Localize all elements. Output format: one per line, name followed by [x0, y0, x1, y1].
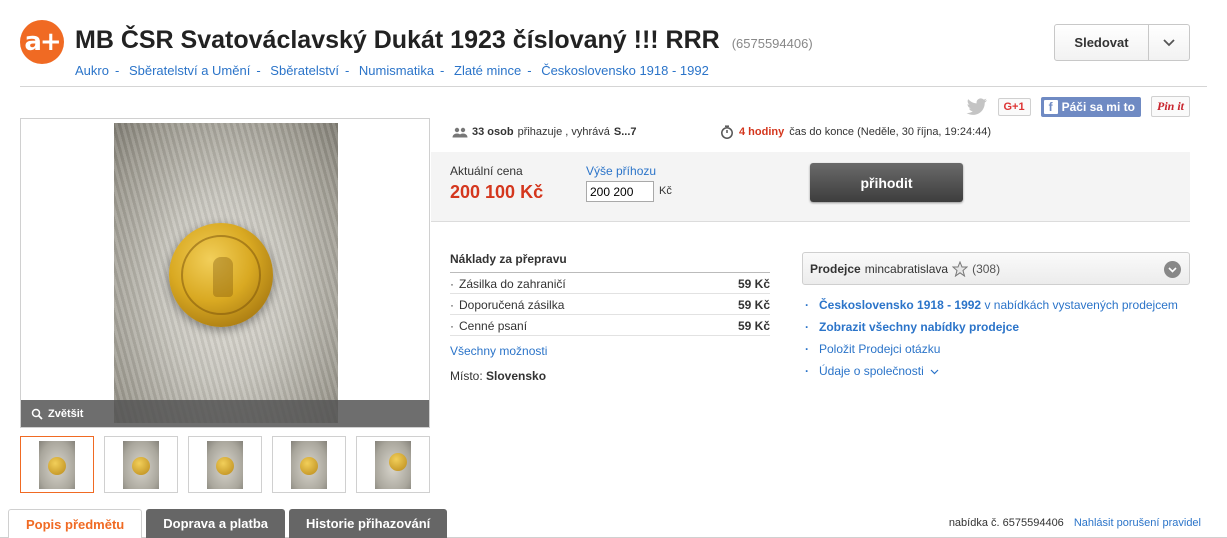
- breadcrumb-ceskoslovensko[interactable]: Československo 1918 - 1992: [541, 63, 709, 78]
- aukro-logo[interactable]: a+: [20, 20, 64, 64]
- google-plus-button[interactable]: G+1: [997, 97, 1031, 116]
- breadcrumb-sberatelstvi-umeni[interactable]: Sběratelství a Umění: [129, 63, 250, 78]
- offer-info: nabídka č. 6575594406 Nahlásit porušení …: [949, 517, 1201, 529]
- bidders-info: 33 osob přihazuje , vyhrává S...7: [452, 126, 637, 138]
- seller-link-category-rest[interactable]: v nabídkách vystavených prodejcem: [981, 298, 1177, 312]
- shipping-row: Doporučená zásilka 59 Kč: [450, 295, 770, 315]
- increment-label[interactable]: Výše příhozu: [586, 164, 656, 178]
- thumbnail-2[interactable]: [104, 436, 178, 493]
- coin-photo[interactable]: [114, 123, 338, 423]
- zoom-label: Zvětšit: [48, 407, 84, 420]
- offer-number: nabídka č. 6575594406: [948, 517, 1064, 529]
- location-label: Místo:: [450, 369, 483, 383]
- pinterest-button[interactable]: Pin it: [1150, 96, 1190, 117]
- seller-link-ask-question[interactable]: Položit Prodejci otázku: [805, 340, 1185, 358]
- chevron-down-icon[interactable]: [1149, 25, 1189, 60]
- seller-link-all-offers[interactable]: Zobrazit všechny nabídky prodejce: [805, 318, 1185, 336]
- shipping-costs: Náklady za přepravu Zásilka do zahraničí…: [450, 252, 770, 383]
- coin: [169, 223, 273, 327]
- all-shipping-options-link[interactable]: Všechny možnosti: [450, 344, 770, 358]
- thumbnail-3[interactable]: [188, 436, 262, 493]
- time-left-hours: 4 hodiny: [739, 126, 785, 138]
- title-row: MB ČSR Svatováclavský Dukát 1923 číslova…: [75, 26, 813, 55]
- location-value: Slovensko: [486, 369, 547, 383]
- shipping-row: Zásilka do zahraničí 59 Kč: [450, 274, 770, 294]
- seller-link-all-offers-label[interactable]: Zobrazit všechny nabídky prodejce: [819, 318, 1019, 336]
- bidders-text: přihazuje , vyhrává: [517, 126, 610, 138]
- chevron-down-icon[interactable]: [930, 369, 939, 375]
- tab-shipping-payment[interactable]: Doprava a platba: [146, 509, 286, 538]
- header-divider: [20, 86, 1207, 87]
- seller-label: Prodejce: [810, 261, 861, 276]
- item-location: Místo: Slovensko: [450, 369, 770, 383]
- social-share-bar: G+1 f Páči sa mi to Pin it: [966, 96, 1190, 117]
- tab-bid-history[interactable]: Historie přihazování: [289, 509, 448, 538]
- main-image-frame[interactable]: Zvětšit: [20, 118, 430, 428]
- seller-box[interactable]: Prodejce mincabratislava (308): [802, 252, 1190, 285]
- facebook-like-button[interactable]: f Páči sa mi to: [1040, 96, 1141, 117]
- seller-link-company-info[interactable]: Údaje o společnosti: [805, 362, 1185, 380]
- current-price-label: Aktuální cena: [450, 164, 523, 178]
- leading-bidder: S...7: [613, 126, 637, 138]
- seller-link-ask-question-label[interactable]: Položit Prodejci otázku: [819, 340, 940, 358]
- chevron-down-icon[interactable]: [1164, 261, 1181, 278]
- seller-name[interactable]: mincabratislava: [865, 262, 948, 276]
- shipping-title: Náklady za přepravu: [450, 252, 770, 273]
- follow-button[interactable]: Sledovat: [1055, 25, 1149, 60]
- seller-rating[interactable]: (308): [972, 262, 1000, 276]
- bid-panel: Aktuální cena 200 100 Kč Výše příhozu Kč…: [431, 152, 1190, 222]
- current-price: 200 100 Kč: [450, 182, 544, 202]
- time-left-text: čas do konce (Neděle, 30 října, 19:24:44…: [789, 126, 992, 138]
- stopwatch-icon: [721, 125, 733, 139]
- seller-link-category[interactable]: Československo 1918 - 1992 v nabídkách v…: [805, 296, 1185, 314]
- thumbnail-5[interactable]: [356, 436, 430, 493]
- shipping-name: Doporučená zásilka: [450, 298, 564, 312]
- shipping-price: 59 Kč: [737, 318, 770, 333]
- zoom-button[interactable]: Zvětšit: [21, 400, 429, 427]
- follow-button-group: Sledovat: [1054, 24, 1190, 61]
- item-title: MB ČSR Svatováclavský Dukát 1923 číslova…: [75, 26, 720, 54]
- shipping-price: 59 Kč: [737, 276, 770, 291]
- content-tabs: Popis předmětu Doprava a platba Historie…: [8, 509, 448, 538]
- thumbnail-1[interactable]: [20, 436, 94, 493]
- twitter-icon[interactable]: [966, 97, 988, 116]
- breadcrumb: Aukro - Sběratelství a Umění - Sběratelstv…: [75, 63, 709, 78]
- item-id: (6575594406): [731, 36, 813, 51]
- seller-link-category-bold[interactable]: Československo 1918 - 1992: [819, 298, 981, 312]
- star-icon: [952, 260, 969, 277]
- time-left: 4 hodiny čas do konce (Neděle, 30 října,…: [720, 125, 991, 139]
- breadcrumb-sberatelstvi[interactable]: Sběratelství: [270, 63, 339, 78]
- seller-links: Československo 1918 - 1992 v nabídkách v…: [805, 296, 1185, 384]
- users-icon: [452, 127, 468, 137]
- bid-amount-input[interactable]: [586, 181, 654, 202]
- tab-description[interactable]: Popis předmětu: [8, 509, 143, 538]
- place-bid-button[interactable]: přihodit: [810, 163, 963, 202]
- facebook-like-label: Páči sa mi to: [1061, 99, 1135, 114]
- bid-currency: Kč: [659, 185, 672, 197]
- thumbnail-4[interactable]: [272, 436, 346, 493]
- shipping-row: Cenné psaní 59 Kč: [450, 316, 770, 336]
- breadcrumb-zlate-mince[interactable]: Zlaté mince: [454, 63, 521, 78]
- breadcrumb-aukro[interactable]: Aukro: [75, 63, 109, 78]
- breadcrumb-numismatika[interactable]: Numismatika: [359, 63, 434, 78]
- report-violation-link[interactable]: Nahlásit porušení pravidel: [1074, 517, 1201, 529]
- magnifier-icon: [31, 408, 43, 420]
- shipping-name: Zásilka do zahraničí: [450, 277, 566, 291]
- facebook-icon: f: [1043, 99, 1058, 114]
- shipping-price: 59 Kč: [737, 297, 770, 312]
- seller-link-company-info-label[interactable]: Údaje o společnosti: [819, 362, 924, 380]
- shipping-name: Cenné psaní: [450, 319, 527, 333]
- bidders-count: 33 osob: [472, 126, 514, 138]
- thumbnail-strip: [20, 436, 430, 493]
